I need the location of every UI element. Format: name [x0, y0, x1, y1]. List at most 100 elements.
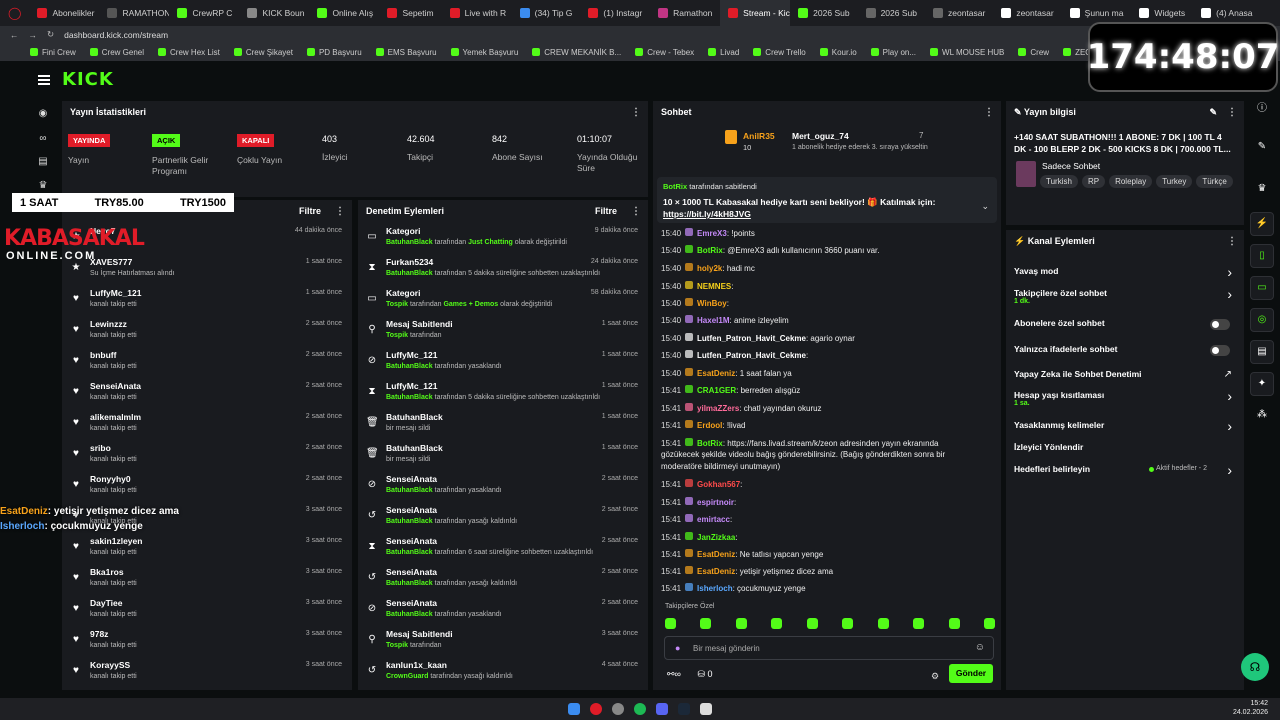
channel-action[interactable]: Yavaş mod [1014, 266, 1214, 276]
chat-username[interactable]: yilmaZZers [697, 404, 739, 413]
user-name[interactable]: KorayySS [90, 660, 130, 670]
list-item[interactable]: ♥ Ronyyhy0 kanalı takip etti 2 saat önce [62, 470, 352, 501]
moderator-name[interactable]: BatuhanBlack [386, 518, 433, 525]
action-title[interactable]: Kategori [386, 226, 420, 236]
chevron-down-icon[interactable]: ⌄ [981, 201, 989, 212]
bookmark-item[interactable]: Crew Genel [89, 48, 144, 57]
moderator-name[interactable]: BatuhanBlack [386, 549, 433, 556]
send-button[interactable]: Gönder [949, 664, 993, 683]
moderator-name[interactable]: Tospik [386, 332, 408, 339]
edit-icon[interactable]: ✎ [1250, 136, 1274, 160]
action-title[interactable]: kanlun1x_kaan [386, 660, 447, 670]
emoji-icon[interactable]: ☺ [975, 642, 985, 653]
browser-tab[interactable]: 2026 Sub [790, 0, 857, 26]
chat-username[interactable]: EmreX3 [697, 229, 727, 238]
user-name[interactable]: Ronyyhy0 [90, 474, 131, 484]
bookmark-item[interactable]: PD Başvuru [306, 48, 362, 57]
list-item[interactable]: ⊘ LuffyMc_121 BatuhanBlack tarafından yasa… [358, 346, 648, 377]
bookmark-item[interactable]: Kour.io [819, 48, 857, 57]
browser-tab[interactable]: Stream - Kick Dash [720, 0, 791, 26]
action-title[interactable]: SenseiAnata [386, 598, 437, 608]
app-icon[interactable] [700, 703, 712, 715]
stream-tag[interactable]: Turkish [1040, 175, 1078, 188]
chat-username[interactable]: EsatDeniz [697, 369, 735, 378]
user-name[interactable]: Lewinzzz [90, 319, 127, 329]
obs-icon[interactable] [612, 703, 624, 715]
channel-action[interactable]: İzleyici Yönlendir [1014, 442, 1214, 452]
action-title[interactable]: Mesaj Sabitlendi [386, 319, 453, 329]
emote-icon[interactable] [735, 618, 747, 629]
stream-tag[interactable]: Roleplay [1109, 175, 1153, 188]
chat-username[interactable]: Gokhan567 [697, 480, 740, 489]
browser-icon[interactable]: ◯ [8, 6, 21, 20]
trophy-icon[interactable]: ♛ [37, 180, 49, 192]
bookmark-item[interactable]: EMS Başvuru [375, 48, 437, 57]
list-item[interactable]: ⚲ Mesaj Sabitlendi Tospik tarafından 3 saat… [358, 625, 648, 656]
external-link-icon[interactable]: ↗ [1224, 369, 1232, 380]
bookmark-item[interactable]: CREW MEKANİK B... [532, 48, 621, 57]
action-title[interactable]: SenseiAnata [386, 474, 437, 484]
moderator-name[interactable]: BatuhanBlack [386, 487, 433, 494]
share-icon[interactable]: ⁂ [1250, 404, 1274, 428]
moderator-name[interactable]: Tospik [386, 642, 408, 649]
chat-username[interactable]: BotRix [697, 439, 723, 448]
edit-icon[interactable]: ✎ [1209, 107, 1217, 117]
list-item[interactable]: ↺ SenseiAnata BatuhanBlack tarafından yasa… [358, 501, 648, 532]
wrench-icon[interactable]: ✦ [1250, 372, 1274, 396]
trophy-icon[interactable]: ♛ [1250, 178, 1274, 202]
moderator-name[interactable]: BatuhanBlack [386, 394, 433, 401]
bookmark-item[interactable]: Fini Crew [30, 48, 76, 57]
emote-icon[interactable] [983, 618, 995, 629]
bookmark-item[interactable]: Yemek Başvuru [450, 48, 518, 57]
list-item[interactable]: ⧗ Furkan5234 BatuhanBlack tarafından 5 dak… [358, 253, 648, 284]
browser-tab[interactable]: zeontasar [925, 0, 993, 26]
bookmark-item[interactable]: WL MOUSE HUB [930, 48, 1004, 57]
list-item[interactable]: ♥ 978z kanalı takip etti 3 saat önce [62, 625, 352, 656]
stream-tag[interactable]: Turkey [1156, 175, 1193, 188]
emote-icon[interactable] [665, 618, 676, 629]
list-item[interactable]: ♥ LuffyMc_121 kanalı takip etti 1 saat önce [62, 284, 352, 315]
more-icon[interactable]: ⋮ [631, 206, 641, 217]
chat-username[interactable]: NEMNES [697, 282, 731, 291]
action-title[interactable]: SenseiAnata [386, 536, 437, 546]
link-icon[interactable]: ⚯∞ [667, 669, 681, 679]
list-item[interactable]: ♥ alikemalmlm kanalı takip etti 2 saat önce [62, 408, 352, 439]
emote-icon[interactable] [806, 618, 818, 629]
browser-tab[interactable]: KICK Boun [239, 0, 309, 26]
bookmark-item[interactable]: Livad [708, 48, 739, 57]
forward-icon[interactable]: → [29, 30, 38, 40]
channel-action[interactable]: Abonelere özel sohbet [1014, 318, 1214, 328]
chat-username[interactable]: BotRix [697, 246, 723, 255]
moderator-name[interactable]: BatuhanBlack [386, 611, 433, 618]
steam-icon[interactable] [678, 703, 690, 715]
action-title[interactable]: LuffyMc_121 [386, 350, 438, 360]
bookmark-item[interactable]: Crew - Tebex [635, 48, 694, 57]
action-title[interactable]: Furkan5234 [386, 257, 433, 267]
emote-icon[interactable] [948, 618, 960, 629]
browser-tab[interactable]: 2026 Sub [858, 0, 925, 26]
moderator-name[interactable]: CrownGuard [386, 673, 428, 680]
chat-username[interactable]: holy2k [697, 264, 722, 273]
user-name[interactable]: sribo [90, 443, 111, 453]
moderator-name[interactable]: Tospik [386, 301, 408, 308]
action-title[interactable]: SenseiAnata [386, 505, 437, 515]
browser-tab[interactable]: (34) Tip G [512, 0, 581, 26]
list-item[interactable]: ♥ Lewinzzz kanalı takip etti 2 saat önce [62, 315, 352, 346]
link-icon[interactable]: ∞ [37, 133, 49, 145]
note-icon[interactable]: ▯ [1250, 244, 1274, 268]
user-name[interactable]: XAVES777 [90, 257, 132, 267]
chevron-right-icon[interactable]: › [1227, 388, 1232, 404]
list-item[interactable]: ★ XAVES777 Su İçme Hatırlatması alındı 1 sa… [62, 253, 352, 284]
emote-icon[interactable] [842, 618, 854, 629]
bookmark-item[interactable]: Crew Şikayet [233, 48, 293, 57]
chat-username[interactable]: Lutfen_Patron_Havit_Cekme [697, 334, 806, 343]
list-item[interactable]: ▭ Kategori Tospik tarafından Games + Demos… [358, 284, 648, 315]
list-item[interactable]: ♥ sakin1zleyen kanalı takip etti 3 saat önc… [62, 532, 352, 563]
browser-tab[interactable]: Sepetim [379, 0, 441, 26]
list-item[interactable]: ⧗ LuffyMc_121 BatuhanBlack tarafından 5 da… [358, 377, 648, 408]
action-title[interactable]: Kategori [386, 288, 420, 298]
chat-input[interactable]: ● Bir mesaj gönderin ☺ [664, 636, 994, 660]
chat-username[interactable]: Isherloch [697, 584, 733, 593]
list-item[interactable]: ⧗ SenseiAnata BatuhanBlack tarafından 6 sa… [358, 532, 648, 563]
chat-icon[interactable]: ▭ [1250, 276, 1274, 300]
